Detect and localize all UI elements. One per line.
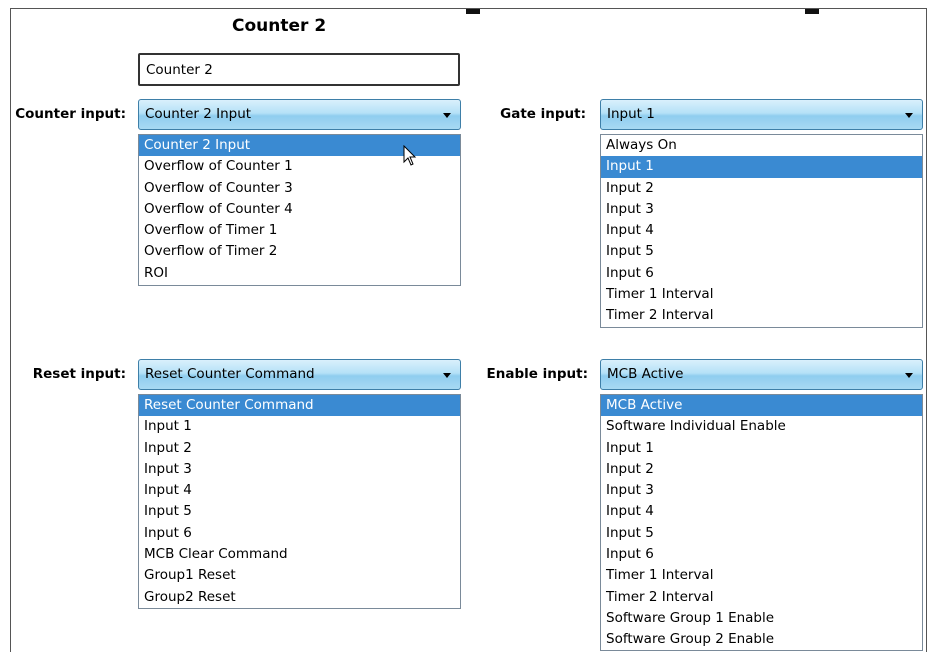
chevron-down-icon[interactable]	[905, 113, 913, 118]
reset-input-option[interactable]: Group1 Reset	[139, 565, 460, 586]
reset-input-option[interactable]: Reset Counter Command	[139, 395, 460, 417]
gate-input-option[interactable]: Input 3	[601, 199, 922, 220]
mouse-pointer-icon	[403, 145, 417, 166]
reset-input-option[interactable]: Input 4	[139, 480, 460, 501]
reset-input-label: Reset input:	[32, 366, 126, 382]
chevron-down-icon[interactable]	[443, 113, 451, 118]
enable-input-option[interactable]: Software Group 1 Enable	[601, 608, 922, 629]
gate-input-option[interactable]: Input 1	[601, 156, 922, 178]
counter-input-combobox[interactable]: Counter 2 Input	[138, 99, 461, 130]
enable-input-selected: MCB Active	[607, 366, 684, 382]
reset-input-option[interactable]: Input 6	[139, 523, 460, 544]
reset-input-option[interactable]: Input 5	[139, 501, 460, 522]
reset-input-option[interactable]: Input 2	[139, 438, 460, 459]
enable-input-combobox[interactable]: MCB Active	[600, 359, 923, 390]
enable-input-option[interactable]: Timer 1 Interval	[601, 565, 922, 586]
enable-input-option[interactable]: Input 6	[601, 544, 922, 565]
enable-input-option[interactable]: Input 4	[601, 501, 922, 522]
gate-input-option[interactable]: Input 4	[601, 220, 922, 241]
gate-input-combobox[interactable]: Input 1	[600, 99, 923, 130]
counter-input-label: Counter input:	[15, 106, 126, 122]
reset-input-dropdown[interactable]: Reset Counter Command Input 1 Input 2 Input…	[138, 394, 461, 609]
counter-input-option[interactable]: Overflow of Counter 4	[139, 199, 460, 220]
gate-input-label: Gate input:	[500, 106, 586, 122]
enable-input-dropdown[interactable]: MCB Active Software Individual Enable Inpu…	[600, 394, 923, 651]
enable-input-option[interactable]: Timer 2 Interval	[601, 587, 922, 608]
enable-input-label: Enable input:	[486, 366, 588, 382]
chevron-down-icon[interactable]	[905, 373, 913, 378]
clipped-heading-fragment	[466, 9, 480, 14]
enable-input-option[interactable]: Software Group 2 Enable	[601, 629, 922, 650]
enable-input-option[interactable]: MCB Active	[601, 395, 922, 417]
gate-input-option[interactable]: Input 2	[601, 178, 922, 199]
reset-input-option[interactable]: Group2 Reset	[139, 587, 460, 608]
counter-name-field[interactable]: Counter 2	[138, 53, 460, 86]
enable-input-option[interactable]: Software Individual Enable	[601, 416, 922, 437]
counter-input-option[interactable]: Overflow of Timer 2	[139, 241, 460, 262]
reset-input-option[interactable]: Input 1	[139, 416, 460, 437]
page-title: Counter 2	[232, 16, 327, 36]
chevron-down-icon[interactable]	[443, 373, 451, 378]
counter-input-option[interactable]: Overflow of Timer 1	[139, 220, 460, 241]
counter-input-option[interactable]: ROI	[139, 263, 460, 284]
reset-input-option[interactable]: Input 3	[139, 459, 460, 480]
enable-input-option[interactable]: Input 2	[601, 459, 922, 480]
gate-input-option[interactable]: Input 5	[601, 241, 922, 262]
reset-input-option[interactable]: MCB Clear Command	[139, 544, 460, 565]
reset-input-selected: Reset Counter Command	[145, 366, 315, 382]
counter-input-selected: Counter 2 Input	[145, 106, 252, 122]
gate-input-selected: Input 1	[607, 106, 655, 122]
gate-input-option[interactable]: Input 6	[601, 263, 922, 284]
clipped-heading-fragment	[805, 9, 819, 14]
reset-input-combobox[interactable]: Reset Counter Command	[138, 359, 461, 390]
enable-input-option[interactable]: Input 5	[601, 523, 922, 544]
gate-input-option[interactable]: Timer 2 Interval	[601, 305, 922, 326]
enable-input-option[interactable]: Input 3	[601, 480, 922, 501]
counter-input-option[interactable]: Overflow of Counter 3	[139, 178, 460, 199]
gate-input-option[interactable]: Always On	[601, 135, 922, 156]
enable-input-option[interactable]: Input 1	[601, 438, 922, 459]
gate-input-dropdown[interactable]: Always On Input 1 Input 2 Input 3 Input 4 Inp…	[600, 134, 923, 328]
gate-input-option[interactable]: Timer 1 Interval	[601, 284, 922, 305]
